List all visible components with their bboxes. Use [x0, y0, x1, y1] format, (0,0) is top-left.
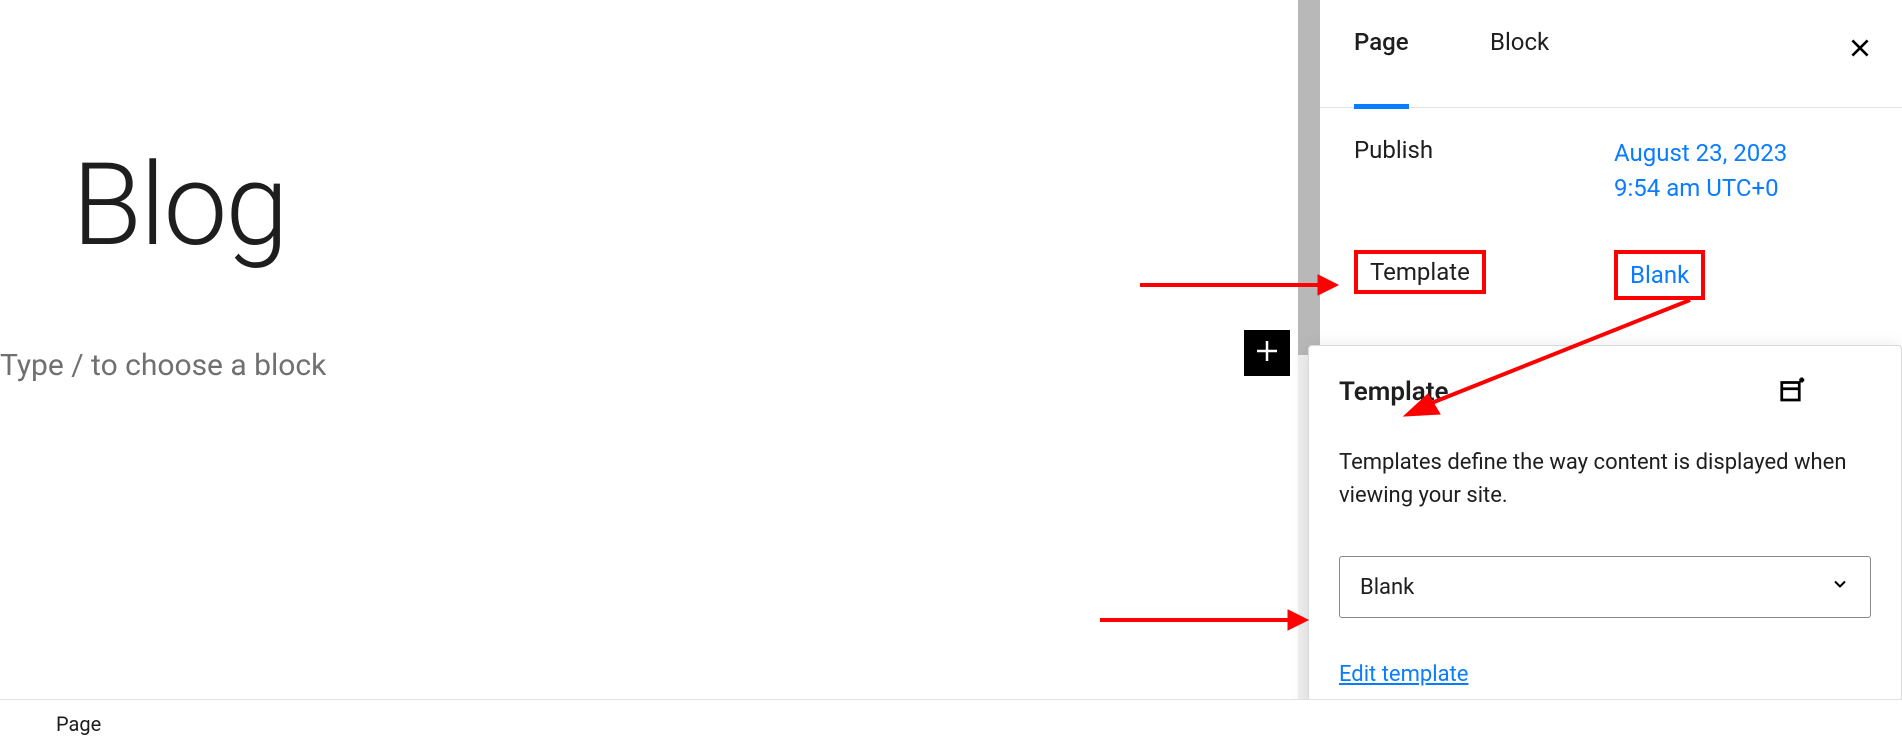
publish-date-line1: August 23, 2023: [1614, 139, 1787, 167]
template-label-highlight: Template: [1354, 250, 1486, 294]
popover-close-button[interactable]: [1835, 374, 1871, 410]
publish-date-button[interactable]: August 23, 2023 9:54 am UTC+0: [1614, 136, 1868, 206]
new-template-button[interactable]: [1775, 374, 1811, 410]
new-template-icon: [1778, 375, 1808, 409]
close-icon: [1847, 35, 1873, 65]
post-title-input[interactable]: Blog: [72, 148, 287, 262]
popover-description: Templates define the way content is disp…: [1339, 446, 1871, 512]
publish-row: Publish August 23, 2023 9:54 am UTC+0: [1354, 136, 1868, 206]
block-placeholder-text: Type / to choose a block: [0, 348, 326, 383]
scroll-thumb[interactable]: [1298, 0, 1320, 355]
publish-date-line2: 9:54 am UTC+0: [1614, 174, 1779, 202]
publish-label: Publish: [1354, 136, 1614, 164]
template-select[interactable]: Blank: [1339, 556, 1871, 618]
editor-footer: Page: [0, 699, 1902, 747]
breadcrumb[interactable]: Page: [56, 712, 101, 736]
tab-page[interactable]: Page: [1354, 28, 1409, 109]
add-block-button[interactable]: [1244, 330, 1290, 376]
popover-title: Template: [1339, 377, 1448, 407]
sidebar-close-button[interactable]: [1842, 32, 1878, 68]
template-value-button[interactable]: Blank: [1614, 250, 1868, 301]
tab-block[interactable]: Block: [1490, 28, 1549, 104]
template-row: Template Blank: [1354, 250, 1868, 301]
template-value-highlight: Blank: [1614, 250, 1705, 301]
sidebar-tabs: Page Block: [1320, 0, 1902, 108]
popover-header: Template: [1339, 374, 1871, 410]
template-row-label: Template: [1354, 250, 1614, 294]
page-meta-panel: Publish August 23, 2023 9:54 am UTC+0 Te…: [1320, 108, 1902, 300]
chevron-down-icon: [1830, 574, 1850, 600]
template-popover: Template Templates define the way conten…: [1308, 345, 1902, 724]
template-select-value: Blank: [1360, 575, 1414, 600]
empty-block[interactable]: Type / to choose a block: [0, 330, 1290, 418]
plus-icon: [1252, 336, 1282, 370]
popover-actions: [1775, 374, 1871, 410]
editor-canvas: Blog Type / to choose a block: [0, 0, 1300, 715]
edit-template-link[interactable]: Edit template: [1339, 662, 1468, 687]
